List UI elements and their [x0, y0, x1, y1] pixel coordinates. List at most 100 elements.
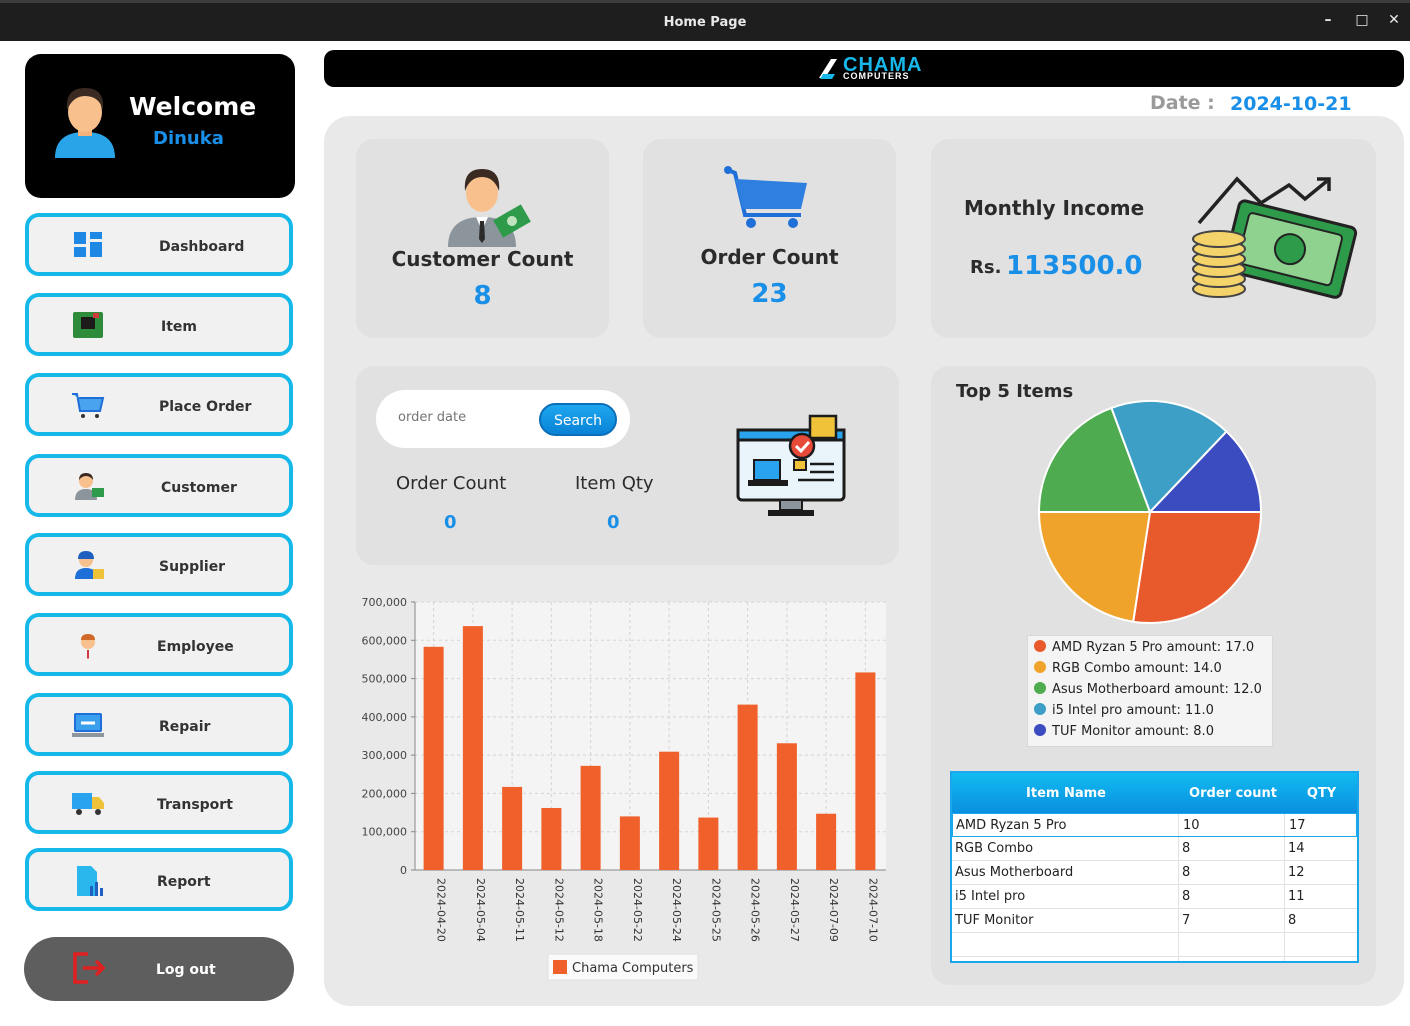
x-tick-label: 2024-05-18 [592, 878, 605, 942]
nav-label: Item [161, 319, 197, 335]
order-processing-icon [736, 414, 846, 516]
column-header[interactable]: Order count [1180, 786, 1286, 801]
search-box: Search [376, 390, 630, 448]
x-tick-label: 2024-05-26 [749, 878, 762, 942]
nav-label: Supplier [159, 559, 226, 575]
y-tick-label: 0 [400, 864, 407, 877]
bar [541, 807, 562, 870]
welcome-text: Welcome [129, 92, 257, 121]
order-count-card: Order Count 23 [643, 139, 896, 338]
bar [776, 743, 797, 870]
monthly-income-value: 113500.0 [1006, 251, 1143, 281]
cart-icon [724, 166, 807, 228]
nav-dashboard-button[interactable]: Dashboard [25, 213, 293, 276]
customer-icon [75, 473, 104, 500]
bar [580, 765, 601, 870]
table-cell: 8 [1182, 865, 1191, 880]
nav-supplier-button[interactable]: Supplier [25, 533, 293, 596]
logout-button[interactable]: Log out [24, 937, 294, 1001]
y-tick-label: 500,000 [362, 673, 408, 686]
table-row[interactable] [952, 933, 1357, 957]
order-count-result: 0 [444, 512, 457, 533]
column-header[interactable]: QTY [1286, 786, 1357, 801]
table-cell: i5 Intel pro [955, 889, 1026, 904]
bar [698, 817, 719, 870]
pie-slice [1132, 511, 1263, 624]
monthly-income-card: Monthly Income Rs. 113500.0 [931, 139, 1376, 338]
x-tick-label: 2024-05-22 [631, 878, 644, 942]
x-tick-label: 2024-05-27 [788, 878, 801, 942]
table-row[interactable]: i5 Intel pro 8 11 [952, 885, 1357, 909]
nav-report-button[interactable]: Report [25, 848, 293, 911]
nav-label: Place Order [159, 399, 252, 415]
welcome-card: Welcome Dinuka [25, 54, 295, 198]
report-icon [77, 866, 103, 896]
legend-dot [1034, 661, 1046, 673]
brand-logo: CHAMA COMPUTERS [817, 54, 921, 86]
cart-icon [72, 393, 105, 418]
legend-swatch [553, 960, 567, 974]
customer-icon [448, 169, 531, 247]
search-button[interactable]: Search [539, 403, 617, 436]
nav-item-button[interactable]: Item [25, 293, 293, 356]
table-cell: Asus Motherboard [955, 865, 1074, 880]
dashboard-icon [74, 232, 102, 257]
maximize-button[interactable]: □ [1352, 12, 1372, 28]
currency-label: Rs. [970, 257, 1002, 278]
column-header[interactable]: Item Name [952, 786, 1180, 801]
x-tick-label: 2024-05-25 [709, 878, 722, 942]
bar [423, 646, 444, 870]
truck-icon [72, 793, 104, 815]
pie-legend-item: i5 Intel pro amount: 11.0 [1034, 703, 1214, 718]
x-tick-label: 2024-05-11 [513, 878, 526, 942]
table-row[interactable]: AMD Ryzan 5 Pro 10 17 [952, 813, 1357, 837]
table-row[interactable]: RGB Combo 8 14 [952, 837, 1357, 861]
nav-label: Dashboard [159, 239, 245, 255]
monthly-income-title: Monthly Income [964, 196, 1145, 220]
pie-legend-item: TUF Monitor amount: 8.0 [1034, 724, 1214, 739]
legend-dot [1034, 640, 1046, 652]
close-button[interactable]: ✕ [1384, 12, 1404, 28]
nav-customer-button[interactable]: Customer [25, 454, 293, 517]
pie-legend-item: AMD Ryzan 5 Pro amount: 17.0 [1034, 640, 1254, 655]
order-date-input[interactable] [398, 410, 528, 425]
table-cell: 10 [1183, 818, 1200, 833]
nav-transport-button[interactable]: Transport [25, 771, 293, 834]
table-row[interactable]: Asus Motherboard 8 12 [952, 861, 1357, 885]
legend-dot [1034, 682, 1046, 694]
y-tick-label: 600,000 [362, 634, 408, 647]
legend-text: TUF Monitor amount: 8.0 [1052, 724, 1214, 739]
table-cell: 17 [1289, 818, 1306, 833]
bar [502, 786, 523, 870]
income-growth-icon [1192, 176, 1358, 299]
y-tick-label: 100,000 [362, 826, 408, 839]
date-value: 2024-10-21 [1230, 93, 1352, 115]
table-cell: TUF Monitor [955, 913, 1034, 928]
bar [737, 704, 758, 870]
bar [462, 626, 483, 870]
x-tick-label: 2024-05-04 [474, 878, 487, 942]
date-label: Date : [1150, 92, 1215, 114]
table-cell: 14 [1288, 841, 1305, 856]
y-tick-label: 300,000 [362, 749, 408, 762]
legend-text: Asus Motherboard amount: 12.0 [1052, 682, 1262, 697]
nav-place-order-button[interactable]: Place Order [25, 373, 293, 436]
minimize-button[interactable]: – [1318, 12, 1338, 28]
x-tick-label: 2024-05-24 [670, 878, 683, 942]
nav-employee-button[interactable]: Employee [25, 613, 293, 676]
nav-repair-button[interactable]: Repair [25, 693, 293, 756]
brand-bar: CHAMA COMPUTERS [324, 50, 1404, 87]
employee-icon [81, 634, 95, 659]
table-header: Item Name Order count QTY [952, 773, 1357, 813]
table-cell: 8 [1182, 841, 1191, 856]
legend-dot [1034, 703, 1046, 715]
nav-label: Report [157, 874, 211, 890]
top-items-pie-chart [1037, 400, 1263, 624]
user-name: Dinuka [153, 128, 224, 149]
customer-count-card: Customer Count 8 [356, 139, 609, 338]
top-items-table[interactable]: Item Name Order count QTY AMD Ryzan 5 Pr… [950, 771, 1359, 963]
x-tick-label: 2024-04-20 [435, 878, 448, 942]
table-cell: 11 [1288, 889, 1305, 904]
table-row[interactable]: TUF Monitor 7 8 [952, 909, 1357, 933]
window-title: Home Page [663, 15, 747, 30]
